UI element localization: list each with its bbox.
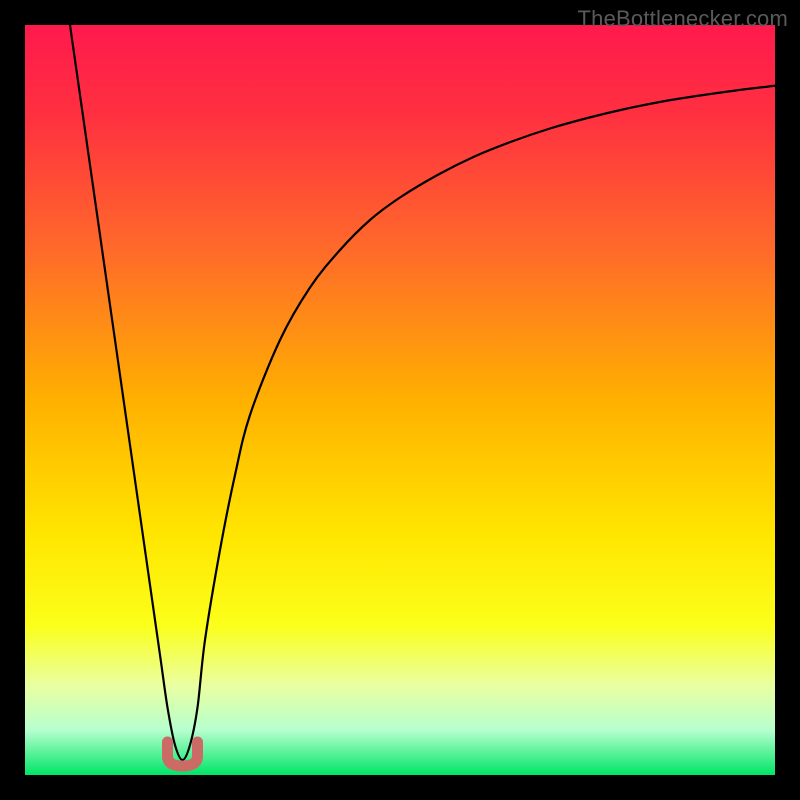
background-gradient [25,25,775,775]
watermark-text: TheBottlenecker.com [578,6,788,32]
chart-frame: TheBottlenecker.com [0,0,800,800]
plot-area [25,25,775,775]
